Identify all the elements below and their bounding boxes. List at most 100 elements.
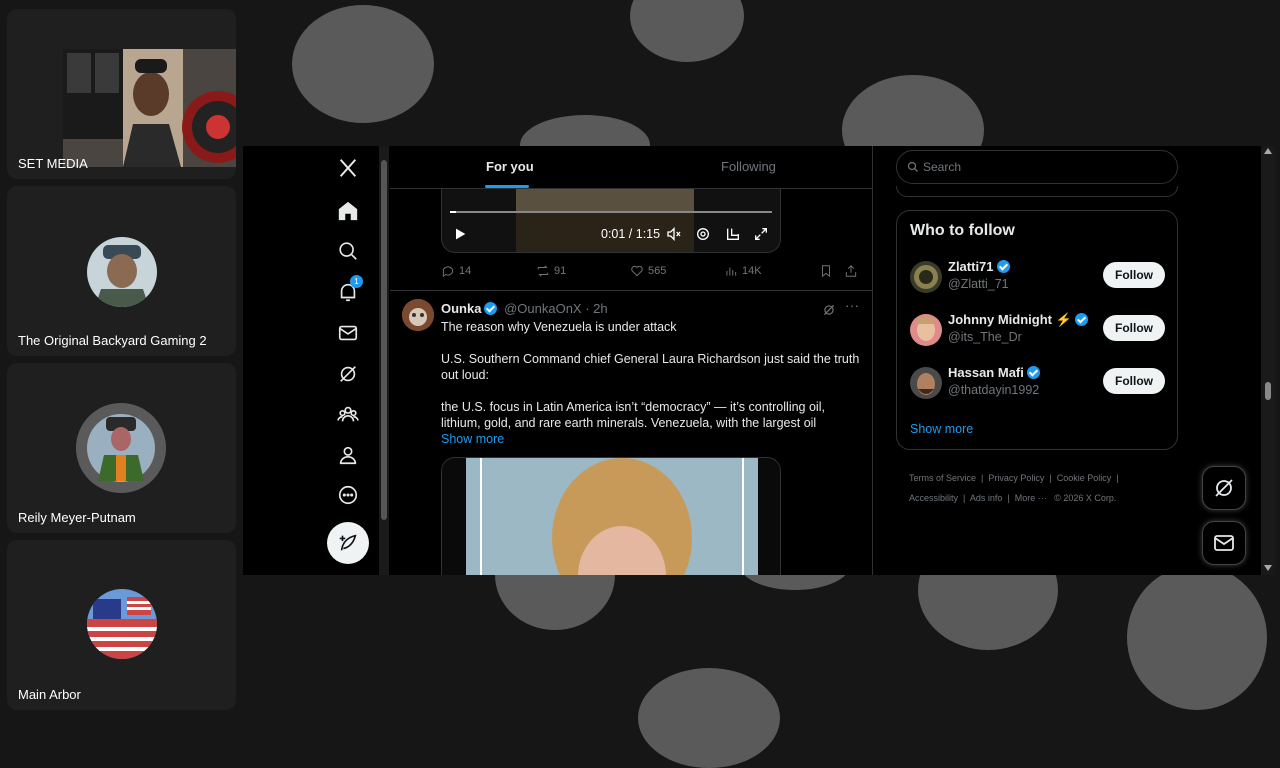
- video-progress-bar[interactable]: [450, 211, 772, 213]
- play-icon[interactable]: [452, 226, 468, 242]
- tab-for-you[interactable]: For you: [486, 159, 534, 174]
- follow-button[interactable]: Follow: [1103, 315, 1165, 341]
- verified-badge-icon: [1026, 366, 1040, 379]
- more-icon[interactable]: [335, 482, 361, 508]
- messages-floating-button[interactable]: [1202, 521, 1246, 565]
- grok-icon[interactable]: [335, 361, 361, 387]
- sidebar-footer: Terms of Service | Privacy Policy | Cook…: [909, 473, 1119, 503]
- participant-tile-reily[interactable]: Reily Meyer-Putnam: [7, 363, 236, 533]
- post-actions-bar: 14 91 565 14K: [441, 264, 861, 280]
- scroll-up-arrow-icon[interactable]: [1264, 148, 1272, 154]
- account-handle: @its_The_Dr: [948, 330, 1022, 344]
- avatar[interactable]: [910, 367, 942, 399]
- communities-icon[interactable]: [335, 401, 361, 427]
- verified-badge-icon: [1074, 313, 1088, 326]
- search-input[interactable]: Search: [923, 160, 961, 174]
- share-button[interactable]: [844, 264, 858, 278]
- settings-icon[interactable]: [695, 226, 711, 242]
- show-more-link[interactable]: Show more: [441, 432, 504, 446]
- reply-icon: [442, 266, 454, 278]
- views-button[interactable]: 14K: [724, 264, 762, 278]
- repost-icon: [537, 265, 549, 277]
- account-handle: @thatdayin1992: [948, 383, 1040, 397]
- privacy-link[interactable]: Privacy Policy: [988, 473, 1044, 483]
- nav-scrollbar[interactable]: [379, 146, 389, 575]
- sidebar-card-edge: [896, 186, 1178, 197]
- fullscreen-icon[interactable]: [753, 226, 769, 242]
- post-handle[interactable]: @OunkaOnX: [504, 301, 582, 316]
- repost-button[interactable]: 91: [536, 264, 566, 278]
- participant-name: Main Arbor: [18, 687, 81, 702]
- post-button[interactable]: [327, 522, 369, 564]
- verified-badge-icon: [996, 260, 1010, 273]
- home-icon[interactable]: [335, 198, 361, 224]
- post-author[interactable]: Ounka: [441, 301, 481, 316]
- participant-tile-backyard-gaming[interactable]: The Original Backyard Gaming 2: [7, 186, 236, 356]
- webcam-video: [63, 49, 236, 167]
- page-scrollbar[interactable]: [1261, 146, 1275, 575]
- compose-icon: [339, 534, 357, 551]
- avatar: [87, 589, 157, 659]
- account-name[interactable]: Hassan Mafi: [948, 365, 1043, 380]
- ads-info-link[interactable]: Ads info: [970, 493, 1003, 503]
- avatar[interactable]: [910, 261, 942, 293]
- mute-icon[interactable]: [666, 226, 682, 242]
- share-icon: [845, 265, 857, 277]
- participant-tile-main-arbor[interactable]: Main Arbor: [7, 540, 236, 710]
- follow-button[interactable]: Follow: [1103, 368, 1165, 394]
- grok-floating-button[interactable]: [1202, 466, 1246, 510]
- participant-tile-set-media[interactable]: SET MEDIA: [7, 9, 236, 179]
- grok-icon[interactable]: [822, 303, 836, 317]
- copyright: © 2026 X Corp.: [1054, 493, 1117, 503]
- search-icon: [907, 161, 918, 172]
- post-text-line: the U.S. focus in Latin America isn’t “d…: [441, 400, 825, 430]
- follow-button[interactable]: Follow: [1103, 262, 1165, 288]
- follow-suggestion[interactable]: Johnny Midnight ⚡ @its_The_Dr Follow: [910, 312, 1170, 352]
- bookmark-button[interactable]: [819, 264, 833, 278]
- views-icon: [726, 267, 737, 276]
- avatar: [76, 403, 166, 493]
- accessibility-link[interactable]: Accessibility: [909, 493, 958, 503]
- show-more-link[interactable]: Show more: [910, 422, 973, 436]
- notification-count-badge: 1: [350, 275, 363, 288]
- video-player[interactable]: 0:01 / 1:15: [441, 188, 781, 253]
- follow-suggestion[interactable]: Zlatti71 @Zlatti_71 Follow: [910, 259, 1170, 299]
- terms-link[interactable]: Terms of Service: [909, 473, 976, 483]
- notifications-icon[interactable]: 1: [335, 275, 363, 305]
- reply-button[interactable]: 14: [441, 264, 471, 278]
- messages-icon[interactable]: [335, 320, 361, 346]
- follow-suggestion[interactable]: Hassan Mafi @thatdayin1992 Follow: [910, 365, 1170, 405]
- bookmark-icon: [822, 265, 830, 278]
- post-avatar[interactable]: [402, 299, 434, 331]
- profile-icon[interactable]: [335, 442, 361, 468]
- background-blob: [630, 0, 744, 62]
- account-name[interactable]: Zlatti71: [948, 259, 1013, 274]
- search-icon[interactable]: [335, 238, 361, 264]
- scroll-down-arrow-icon[interactable]: [1264, 565, 1272, 571]
- avatar[interactable]: [910, 314, 942, 346]
- tab-following[interactable]: Following: [721, 159, 776, 174]
- post-time[interactable]: · 2h: [585, 301, 607, 316]
- post[interactable]: Ounka @OunkaOnX · 2h ··· The reason why …: [390, 290, 872, 575]
- who-to-follow-title: Who to follow: [910, 222, 1015, 239]
- like-button[interactable]: 565: [630, 264, 666, 278]
- avatar: [87, 237, 157, 307]
- grok-icon: [1215, 479, 1233, 497]
- more-link[interactable]: More ···: [1015, 493, 1047, 503]
- post-video[interactable]: [441, 457, 781, 575]
- post-text: The reason why Venezuela is under attack…: [441, 319, 861, 447]
- left-nav: 1: [243, 146, 379, 575]
- x-logo-icon[interactable]: [335, 155, 361, 181]
- right-sidebar: Search Who to follow Zlatti71 @Zlatti_71…: [896, 146, 1178, 575]
- participant-name: SET MEDIA: [18, 156, 88, 171]
- cookie-link[interactable]: Cookie Policy: [1057, 473, 1112, 483]
- search-box[interactable]: Search: [896, 150, 1178, 184]
- post-more-icon[interactable]: ···: [845, 297, 859, 313]
- account-name[interactable]: Johnny Midnight ⚡: [948, 312, 1091, 328]
- timeline: For you Following 0:01 / 1:15 14 91 565 …: [390, 146, 873, 575]
- pip-icon[interactable]: [725, 226, 741, 242]
- participant-name: Reily Meyer-Putnam: [18, 510, 136, 525]
- scrollbar-thumb[interactable]: [1265, 382, 1271, 400]
- background-blob: [1127, 565, 1267, 710]
- active-tab-indicator: [485, 185, 529, 188]
